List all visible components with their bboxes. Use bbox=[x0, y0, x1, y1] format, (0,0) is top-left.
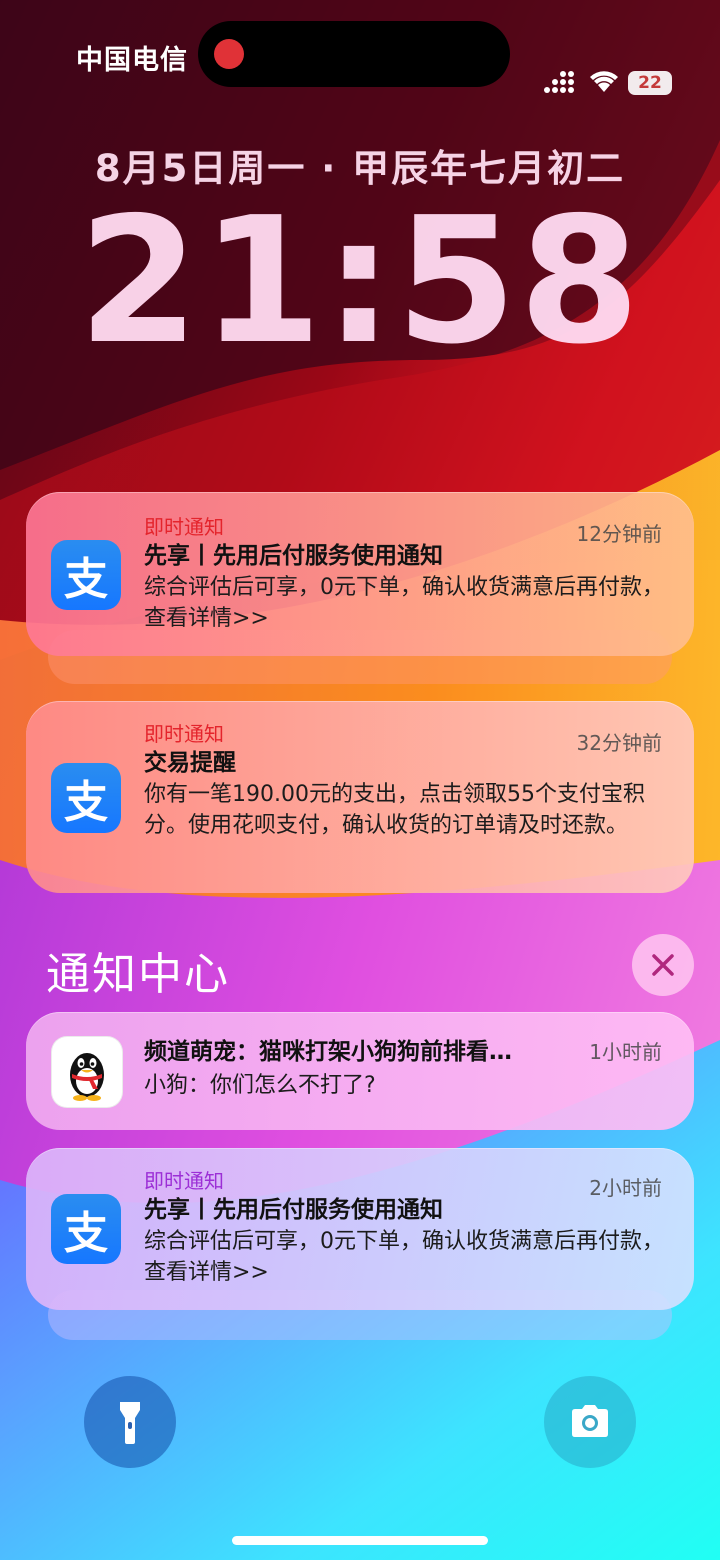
recording-indicator bbox=[214, 39, 244, 69]
clear-notifications-button[interactable] bbox=[632, 934, 694, 996]
notification-center-title: 通知中心 bbox=[46, 949, 230, 1000]
camera-button[interactable] bbox=[544, 1376, 636, 1468]
notification-title: 频道萌宠：猫咪打架小狗狗前排看… bbox=[144, 1039, 512, 1065]
notification-title: 交易提醒 bbox=[144, 750, 236, 776]
notification-content: 即时通知 先享丨先用后付服务使用通知 综合评估后可享，0元下单，确认收货满意后再… bbox=[144, 1168, 664, 1288]
notification-body: 小狗：你们怎么不打了? bbox=[144, 1073, 376, 1098]
signal-icon bbox=[544, 71, 574, 93]
notification-card[interactable]: 支 即时通知 先享丨先用后付服务使用通知 综合评估后可享，0元下单，确认收货满意… bbox=[26, 492, 694, 656]
qq-penguin-icon bbox=[51, 1036, 123, 1108]
dynamic-island[interactable] bbox=[198, 21, 510, 87]
wifi-icon bbox=[590, 71, 618, 92]
notification-time: 12分钟前 bbox=[576, 522, 662, 546]
close-icon bbox=[652, 954, 674, 976]
notification-body: 综合评估后可享，0元下单，确认收货满意后再付款，查看详情>> bbox=[144, 1229, 664, 1285]
alipay-icon: 支 bbox=[51, 1194, 121, 1264]
notification-time: 2小时前 bbox=[589, 1176, 662, 1200]
camera-icon bbox=[572, 1405, 608, 1437]
battery-icon: 22 bbox=[628, 71, 672, 95]
notification-content: 频道萌宠：猫咪打架小狗狗前排看… 小狗：你们怎么不打了? bbox=[144, 1036, 664, 1101]
notification-body: 综合评估后可享，0元下单，确认收货满意后再付款，查看详情>> bbox=[144, 575, 664, 631]
flashlight-button[interactable] bbox=[84, 1376, 176, 1468]
battery-level: 22 bbox=[638, 73, 662, 93]
notification-card[interactable]: 支 即时通知 交易提醒 你有一笔190.00元的支出，点击领取55个支付宝积分。… bbox=[26, 701, 694, 893]
notification-tag: 即时通知 bbox=[144, 1169, 224, 1193]
alipay-icon: 支 bbox=[51, 540, 121, 610]
notification-card[interactable]: 频道萌宠：猫咪打架小狗狗前排看… 小狗：你们怎么不打了? 1小时前 bbox=[26, 1012, 694, 1130]
alipay-glyph: 支 bbox=[64, 554, 108, 605]
notification-title: 先享丨先用后付服务使用通知 bbox=[144, 1197, 443, 1223]
alipay-icon: 支 bbox=[51, 763, 121, 833]
lockscreen-clock: 21:58 bbox=[78, 180, 642, 383]
notification-time: 32分钟前 bbox=[576, 731, 662, 755]
notification-card[interactable]: 支 即时通知 先享丨先用后付服务使用通知 综合评估后可享，0元下单，确认收货满意… bbox=[26, 1148, 694, 1310]
carrier-label: 中国电信 bbox=[76, 45, 188, 76]
notification-body: 你有一笔190.00元的支出，点击领取55个支付宝积分。使用花呗支付，确认收货的… bbox=[144, 782, 645, 838]
alipay-glyph: 支 bbox=[64, 777, 108, 828]
notification-time: 1小时前 bbox=[589, 1040, 662, 1064]
notification-title: 先享丨先用后付服务使用通知 bbox=[144, 543, 443, 569]
alipay-glyph: 支 bbox=[64, 1208, 108, 1259]
home-indicator[interactable] bbox=[232, 1536, 488, 1545]
flashlight-icon bbox=[120, 1402, 140, 1444]
